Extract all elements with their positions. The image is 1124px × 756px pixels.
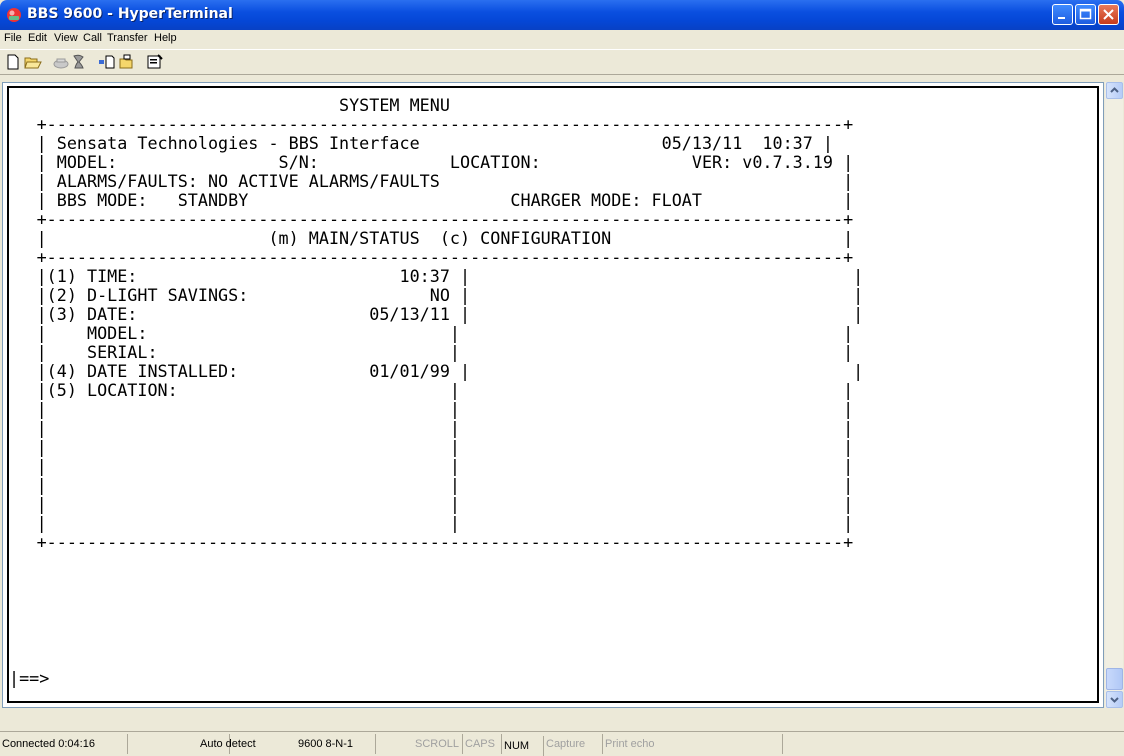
menu-call[interactable]: Call [83, 32, 102, 44]
terminal-line: +---------------------------------------… [36, 115, 854, 135]
terminal-line: | | | [36, 495, 854, 515]
open-icon[interactable] [24, 53, 42, 71]
status-detect-label: Auto detect [200, 738, 256, 750]
terminal-line: +---------------------------------------… [36, 533, 854, 553]
chevron-down-icon [1110, 697, 1119, 703]
terminal-line: | | | [36, 400, 854, 420]
terminal-line: |(1) TIME: 10:37 | | [36, 267, 864, 287]
send-icon[interactable] [98, 53, 116, 71]
status-caps: CAPS [463, 734, 502, 754]
terminal-line: | MODEL: | | [36, 324, 854, 344]
terminal-line: | | | [36, 419, 854, 439]
status-print-echo: Print echo [603, 734, 783, 754]
scroll-thumb[interactable] [1106, 668, 1123, 690]
window-title: BBS 9600 - HyperTerminal [27, 6, 233, 22]
menu-edit[interactable]: Edit [28, 32, 47, 44]
terminal-line: | | | [36, 514, 854, 534]
menu-bar: File Edit View Call Transfer Help [0, 30, 1124, 49]
menu-transfer[interactable]: Transfer [107, 32, 148, 44]
terminal-line: | | | [36, 457, 854, 477]
properties-icon[interactable] [146, 53, 164, 71]
status-settings: 9600 8-N-1 [296, 734, 376, 754]
status-connected: Connected 0:04:16 [0, 734, 128, 754]
terminal-line: | ALARMS/FAULTS: NO ACTIVE ALARMS/FAULTS… [36, 172, 854, 192]
status-bar: Connected 0:04:16 Auto detect 9600 8-N-1… [0, 731, 1124, 756]
terminal-line: | MODEL: S/N: LOCATION: VER: v0.7.3.19 | [36, 153, 854, 173]
status-num: NUM [502, 736, 544, 756]
terminal-line: |(4) DATE INSTALLED: 01/01/99 | | [36, 362, 864, 382]
minimize-icon [1058, 17, 1065, 19]
terminal-line: +---------------------------------------… [36, 248, 854, 268]
minimize-button[interactable] [1052, 4, 1073, 25]
toolbar [0, 49, 1124, 75]
status-scroll: SCROLL [413, 734, 463, 754]
terminal-line: SYSTEM MENU [36, 96, 450, 116]
terminal-line: | (m) MAIN/STATUS (c) CONFIGURATION | [36, 229, 854, 249]
menu-file[interactable]: File [4, 32, 22, 44]
terminal-line: | | | [36, 438, 854, 458]
close-icon [1103, 9, 1114, 20]
scroll-down-button[interactable] [1106, 691, 1123, 708]
receive-icon[interactable] [118, 53, 136, 71]
terminal-line: | SERIAL: | | [36, 343, 854, 363]
call-icon[interactable] [52, 53, 70, 71]
close-button[interactable] [1098, 4, 1119, 25]
hyperterminal-phone-icon [7, 8, 21, 22]
terminal-window[interactable]: SYSTEM MENU +----------------------------… [2, 82, 1104, 708]
terminal-screen[interactable]: SYSTEM MENU +----------------------------… [7, 86, 1099, 703]
menu-view[interactable]: View [54, 32, 78, 44]
terminal-line: | | | [36, 476, 854, 496]
terminal-line: |(3) DATE: 05/13/11 | | [36, 305, 864, 325]
disconnect-icon[interactable] [70, 53, 88, 71]
scroll-up-button[interactable] [1106, 82, 1123, 99]
new-icon[interactable] [4, 53, 22, 71]
terminal-line: |(2) D-LIGHT SAVINGS: NO | | [36, 286, 864, 306]
terminal-line: |(5) LOCATION: | | [36, 381, 854, 401]
vertical-scrollbar[interactable] [1105, 82, 1123, 708]
chevron-up-icon [1110, 87, 1119, 93]
maximize-button[interactable] [1075, 4, 1096, 25]
status-capture: Capture [544, 734, 603, 754]
maximize-icon [1079, 8, 1092, 20]
status-empty [783, 734, 1124, 754]
terminal-line: +---------------------------------------… [36, 210, 854, 230]
menu-help[interactable]: Help [154, 32, 177, 44]
terminal-line: | Sensata Technologies - BBS Interface 0… [36, 134, 834, 154]
terminal-line: |==> [9, 669, 50, 689]
terminal-line: | BBS MODE: STANDBY CHARGER MODE: FLOAT … [36, 191, 854, 211]
title-bar[interactable]: BBS 9600 - HyperTerminal [0, 0, 1124, 30]
